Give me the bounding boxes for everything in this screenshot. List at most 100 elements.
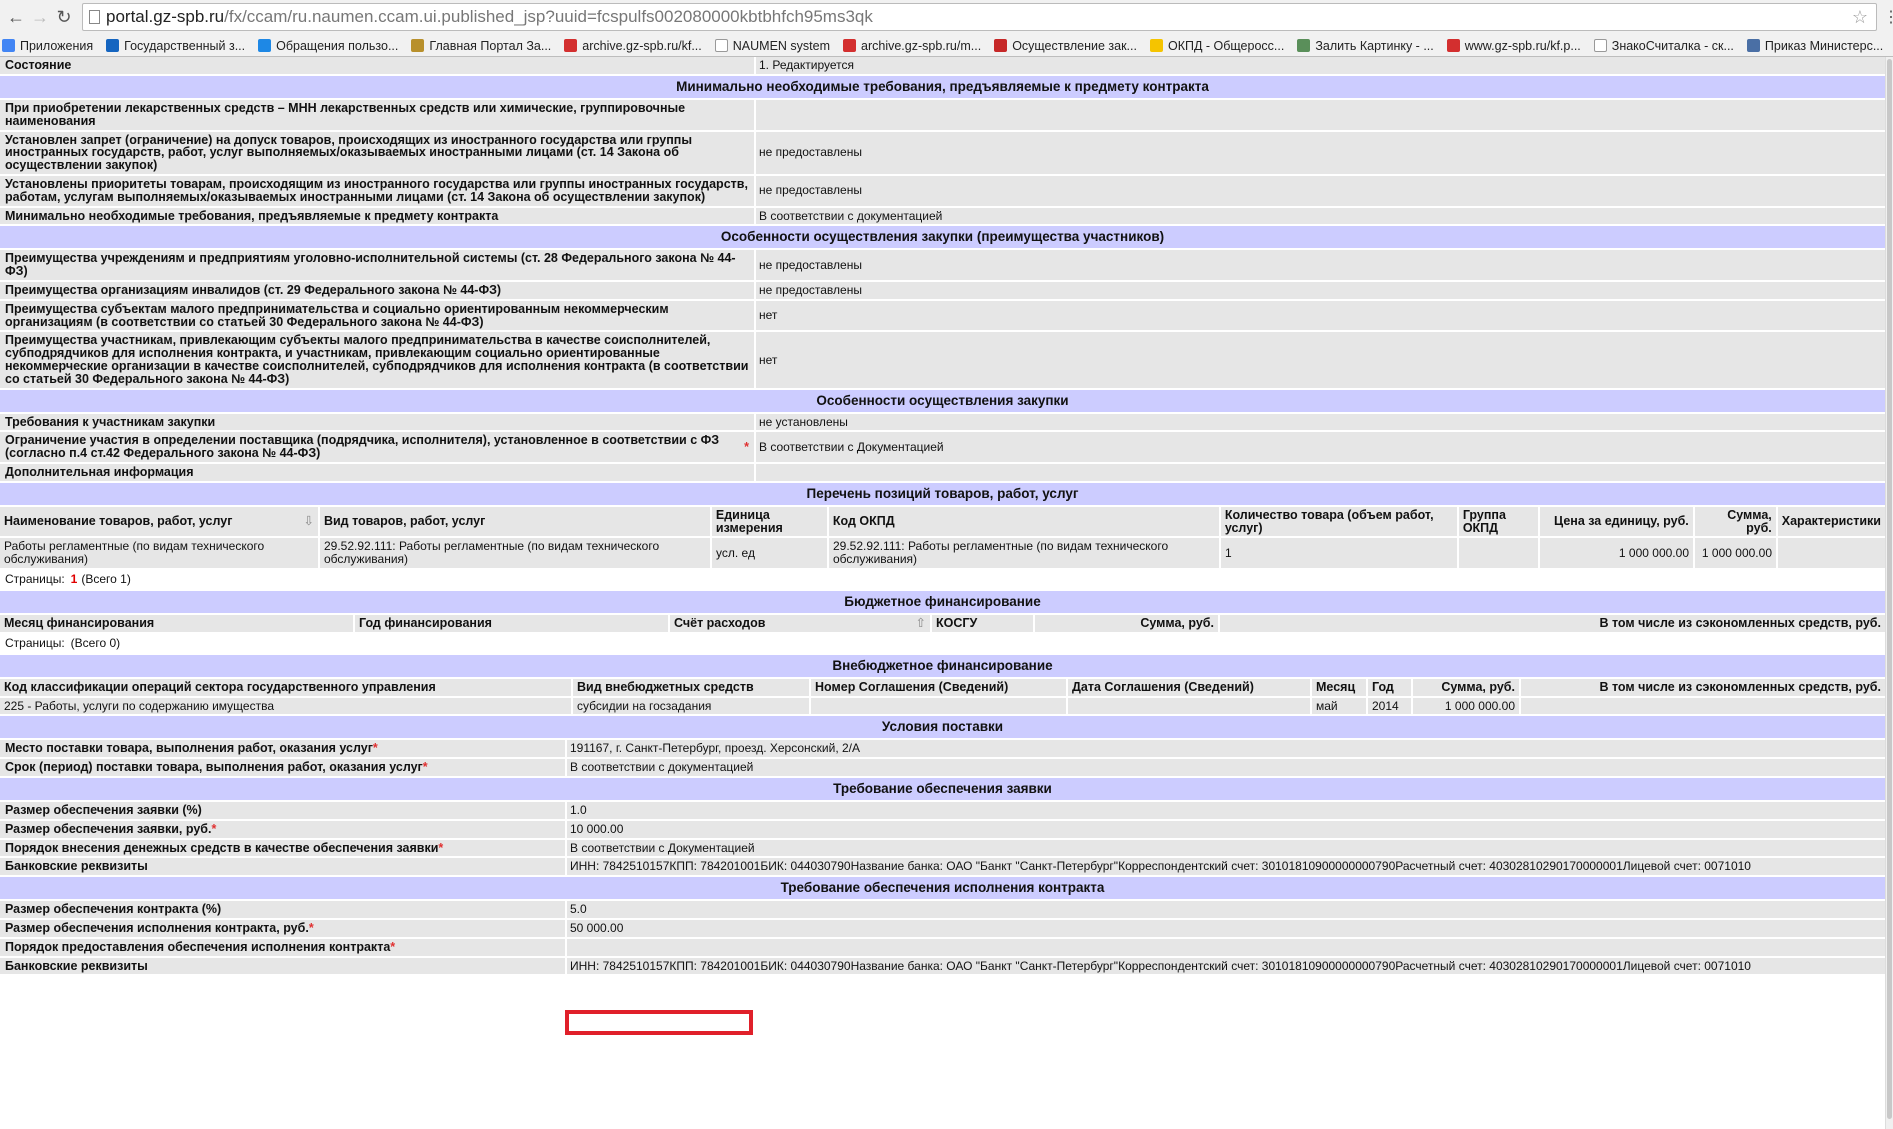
column-header[interactable]: Счёт расходов ⇧ (670, 614, 932, 632)
features-header: Особенности осуществления закупки (0, 389, 1885, 412)
column-header[interactable]: Месяц финансирования (0, 614, 355, 632)
field-value: 1.0 (570, 802, 587, 817)
column-header[interactable]: Сумма, руб. (1035, 614, 1220, 632)
bid-security-header: Требование обеспечения заявки (0, 777, 1885, 800)
column-header-label: Сумма, руб. (1727, 507, 1772, 535)
sort-arrow-icon[interactable]: ⇧ (916, 617, 926, 630)
cell-text: Работы регламентные (по видам техническо… (4, 539, 265, 567)
bookmark-item[interactable]: NAUMEN system (714, 39, 830, 53)
required-marker: * (438, 840, 444, 855)
reload-icon[interactable]: ↻ (52, 7, 76, 28)
table-cell (1778, 538, 1885, 568)
address-bar[interactable]: portal.gz-spb.ru/fx/ccam/ru.naumen.ccam.… (82, 3, 1877, 31)
cell-text: 225 - Работы, услуги по содержанию имуще… (4, 698, 274, 713)
column-header-label: Код ОКПД (832, 514, 895, 529)
field-label-text: Установлен запрет (ограничение) на допус… (5, 132, 693, 173)
column-header-label: Цена за единицу, руб. (1554, 514, 1689, 529)
field-value (756, 464, 1885, 481)
bookmark-item[interactable]: ЗнакоСчиталка - ск... (1593, 39, 1734, 53)
field-row: Установлен запрет (ограничение) на допус… (0, 131, 1885, 174)
field-value: не установлены (759, 414, 848, 429)
column-header[interactable]: Группа ОКПД (1459, 506, 1540, 537)
bookmark-item[interactable]: Осуществление зак... (994, 39, 1137, 53)
pager-current-page[interactable]: 1 (71, 572, 78, 586)
field-label-text: При приобретении лекарственных средств –… (5, 101, 686, 128)
field-label: Размер обеспечения контракта (%) (0, 901, 567, 918)
required-marker: * (211, 821, 217, 836)
table-cell: 1 000 000.00 (1695, 538, 1778, 568)
bank-detail-line: Название банка: ОАО "Банкт "Санкт-Петерб… (850, 859, 1119, 874)
field-label: Преимущества участникам, привлекающим су… (0, 332, 756, 388)
browser-chrome: ← → ↻ portal.gz-spb.ru/fx/ccam/ru.naumen… (0, 0, 1893, 57)
globe-icon (106, 39, 120, 52)
bookmark-item[interactable]: archive.gz-spb.ru/m... (843, 39, 981, 53)
menu-icon[interactable]: ⋮ (1883, 7, 1893, 27)
goods-header: Перечень позиций товаров, работ, услуг (0, 482, 1885, 505)
column-header[interactable]: Дата Соглашения (Сведений) (1068, 678, 1312, 696)
apps-icon (2, 39, 15, 52)
column-header[interactable]: Цена за единицу, руб. (1540, 506, 1695, 537)
field-label-text: Ограничение участия в определении постав… (5, 433, 720, 461)
table-cell: 1 000 000.00 (1413, 697, 1521, 715)
field-label: Размер обеспечения заявки, руб. * (0, 820, 567, 838)
budget-pager: Страницы: (Всего 0) (0, 634, 1885, 653)
required-marker: * (372, 741, 378, 756)
bookmark-label: ОКПД - Общеросс... (1167, 38, 1285, 53)
column-header[interactable]: Год (1368, 678, 1413, 696)
column-header[interactable]: Месяц (1312, 678, 1368, 696)
column-header[interactable]: Характеристики (1778, 507, 1885, 537)
field-value: нет (759, 308, 778, 323)
column-header[interactable]: Вид товаров, работ, услуг (320, 506, 712, 537)
cell-text: усл. ед (716, 545, 755, 560)
bookmark-item[interactable]: ОКПД - Общеросс... (1149, 38, 1285, 53)
bookmark-label: Главная Портал За... (429, 38, 552, 53)
field-row: Минимально необходимые требования, предъ… (0, 207, 1885, 225)
sort-arrow-icon[interactable]: ⇩ (303, 515, 313, 528)
column-header[interactable]: Единица измерения (712, 506, 829, 537)
column-header-label: Год (1372, 679, 1394, 694)
column-header[interactable]: Наименование товаров, работ, услуг ⇩ (0, 506, 320, 537)
bookmark-item[interactable]: archive.gz-spb.ru/kf... (564, 39, 702, 53)
page-icon (89, 10, 100, 24)
bookmark-item[interactable]: www.gz-spb.ru/kf.p... (1446, 39, 1581, 53)
field-label: Ограничение участия в определении постав… (0, 432, 756, 462)
column-header[interactable]: Год финансирования (355, 614, 670, 632)
column-header-label: Счёт расходов (674, 615, 766, 630)
bookmark-star-icon[interactable]: ☆ (1852, 7, 1868, 28)
column-header[interactable]: Вид внебюджетных средств (573, 678, 811, 696)
field-row: Место поставки товара, выполнения работ,… (0, 740, 1885, 758)
field-label-text: Дополнительная информация (5, 464, 194, 479)
address-row: ← → ↻ portal.gz-spb.ru/fx/ccam/ru.naumen… (0, 0, 1893, 34)
column-header[interactable]: КОСГУ (932, 614, 1035, 632)
bookmark-item[interactable]: Государственный з... (106, 39, 245, 53)
budget-table-header: Месяц финансирования Год финансирования Сч… (0, 614, 1885, 632)
budget-header: Бюджетное финансирование (0, 590, 1885, 613)
field-label: Место поставки товара, выполнения работ,… (0, 740, 567, 758)
vertical-scrollbar[interactable] (1885, 57, 1893, 1129)
column-header[interactable]: В том числе из сэкономленных средств, ру… (1521, 679, 1885, 696)
bank-detail-line: КПП: 784201001 (669, 958, 761, 973)
cell-text: 1 (1225, 545, 1232, 560)
field-label-text: Размер обеспечения заявки (%) (5, 802, 202, 817)
column-header[interactable]: Сумма, руб. (1413, 678, 1521, 696)
forward-icon[interactable]: → (28, 7, 52, 28)
field-label-text: Требования к участникам закупки (5, 414, 216, 429)
bookmark-item[interactable]: Приказ Министерс... (1746, 39, 1883, 53)
column-header[interactable]: Количество товара (объем работ, услуг) (1221, 506, 1459, 537)
help-icon (258, 39, 272, 52)
column-header[interactable]: Код классификации операций сектора госуд… (0, 678, 573, 696)
column-header[interactable]: Номер Соглашения (Сведений) (811, 678, 1068, 696)
back-icon[interactable]: ← (4, 7, 28, 28)
column-header[interactable]: Код ОКПД (829, 506, 1221, 537)
bookmark-item[interactable]: Залить Картинку - ... (1297, 39, 1434, 53)
scrollbar-thumb[interactable] (1887, 59, 1892, 1119)
field-label: Преимущества субъектам малого предприним… (0, 300, 756, 331)
column-header[interactable]: Сумма, руб. (1695, 506, 1778, 537)
bookmark-item[interactable]: Приложения (2, 39, 93, 53)
k-logo-icon (1149, 39, 1163, 52)
field-value: 50 000.00 (570, 920, 624, 935)
bookmark-item[interactable]: Обращения пользо... (258, 39, 398, 53)
column-header[interactable]: В том числе из сэкономленных средств, ру… (1220, 615, 1885, 632)
bookmark-item[interactable]: Главная Портал За... (411, 39, 551, 53)
status-value: 1. Редактируется (759, 58, 855, 73)
